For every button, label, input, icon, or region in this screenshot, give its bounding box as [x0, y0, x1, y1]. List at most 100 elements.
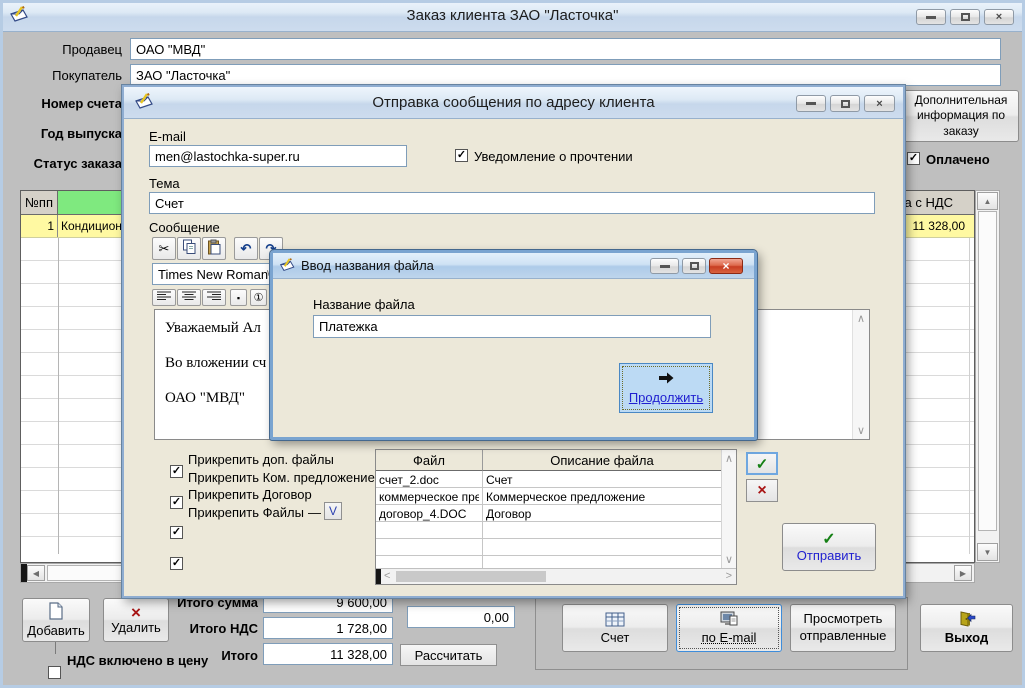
undo-icon: ↶: [241, 241, 252, 257]
items-col-npp[interactable]: №пп: [21, 191, 58, 215]
close-button[interactable]: ×: [984, 9, 1014, 25]
align-center-icon: [182, 290, 196, 305]
attach-offer-checkbox[interactable]: ✓: [170, 496, 183, 509]
dialog-minimize-button[interactable]: [650, 258, 679, 274]
check-icon: ✓: [822, 532, 835, 548]
scroll-down-button[interactable]: ▼: [977, 543, 998, 561]
numbered-list-button[interactable]: ①: [250, 289, 267, 306]
remove-attachment-button[interactable]: ×: [746, 479, 778, 502]
bullet-list-button[interactable]: ▪: [230, 289, 247, 306]
files-v-button[interactable]: V: [324, 502, 342, 520]
file-name-input[interactable]: [313, 315, 711, 338]
continue-button[interactable]: Продолжить: [619, 363, 713, 413]
align-center-button[interactable]: [177, 289, 201, 306]
cut-button[interactable]: ✂: [152, 237, 176, 260]
undo-button[interactable]: ↶: [234, 237, 258, 260]
dialog-restore-button[interactable]: [830, 95, 860, 112]
chevron-left-icon[interactable]: <: [384, 570, 390, 582]
align-left-icon: [157, 290, 171, 305]
paid-checkbox[interactable]: ✓: [907, 152, 920, 165]
attach-files-checkbox[interactable]: ✓: [170, 557, 183, 570]
file-desc-cell: Счет: [486, 473, 716, 487]
attach-extra-files-label: Прикрепить доп. файлы: [188, 452, 334, 467]
files-hscrollbar[interactable]: < >: [376, 568, 736, 584]
file-row-empty[interactable]: [376, 522, 721, 539]
chevron-up-icon[interactable]: ∧: [857, 312, 865, 325]
scroll-up-button[interactable]: ▲: [977, 192, 998, 210]
cell-divider: [482, 522, 483, 539]
invoice-button[interactable]: Счет: [562, 604, 668, 652]
vat-included-checkbox[interactable]: [48, 666, 61, 679]
items-vscrollbar[interactable]: ▲ ▼: [975, 190, 1000, 563]
attach-extra-files-checkbox[interactable]: ✓: [170, 465, 183, 478]
email-input[interactable]: [149, 145, 407, 167]
file-row[interactable]: счет_2.doc Счет: [376, 471, 721, 488]
scroll-left-button[interactable]: ◀: [27, 565, 45, 581]
checkmark-icon: ✓: [172, 558, 181, 569]
additional-info-button[interactable]: Дополнительная информация по заказу: [903, 90, 1019, 142]
align-left-button[interactable]: [152, 289, 176, 306]
hscroll-notch: [376, 569, 381, 584]
extra-amount-field[interactable]: [407, 606, 515, 628]
file-row-empty[interactable]: [376, 556, 721, 568]
subject-input[interactable]: [149, 192, 875, 214]
chevron-up-icon[interactable]: ∧: [725, 452, 733, 465]
file-name-label: Название файла: [313, 297, 415, 312]
minimize-icon: [926, 16, 936, 19]
cell-divider: [482, 471, 483, 488]
attach-contract-checkbox[interactable]: ✓: [170, 526, 183, 539]
email-button[interactable]: по E-mail: [676, 604, 782, 652]
chevron-right-icon[interactable]: >: [726, 570, 732, 582]
chevron-down-icon[interactable]: ∨: [725, 553, 733, 566]
vscroll-thumb[interactable]: [978, 211, 997, 531]
file-name-dialog: Ввод названия файла × Название файла Про…: [270, 250, 757, 440]
minimize-icon: [660, 265, 670, 268]
recalculate-button[interactable]: Рассчитать: [400, 644, 497, 666]
checkmark-icon: ✓: [909, 153, 918, 164]
main-window-title: Заказ клиента ЗАО "Ласточка": [0, 0, 1025, 32]
files-vscrollbar[interactable]: ∧ ∨: [721, 450, 736, 568]
align-right-icon: [207, 290, 221, 305]
checkmark-icon: ✓: [172, 466, 181, 477]
view-sent-button[interactable]: Просмотреть отправленные: [790, 604, 896, 652]
paste-icon: [207, 239, 222, 258]
exit-door-icon: [958, 611, 976, 630]
file-column-header[interactable]: Файл: [376, 450, 483, 471]
buyer-input[interactable]: [130, 64, 1001, 86]
dialog-close-button[interactable]: ×: [864, 95, 895, 112]
copy-button[interactable]: [177, 237, 201, 260]
align-right-button[interactable]: [202, 289, 226, 306]
paste-button[interactable]: [202, 237, 226, 260]
close-icon: ×: [722, 259, 729, 273]
dialog-close-button[interactable]: ×: [709, 258, 743, 274]
message-vscrollbar[interactable]: ∧ ∨: [852, 310, 869, 439]
file-row[interactable]: коммерческое предло Коммерческое предлож…: [376, 488, 721, 505]
dialog-restore-button[interactable]: [682, 258, 706, 274]
attach-files-dash: —: [308, 505, 321, 520]
hscroll-thumb[interactable]: [396, 571, 546, 582]
add-button[interactable]: Добавить: [22, 598, 90, 642]
grid-divider-right: [969, 238, 970, 554]
restore-button[interactable]: [950, 9, 980, 25]
file-row[interactable]: договор_4.DOC Договор: [376, 505, 721, 522]
attach-files-label: Прикрепить Файлы: [188, 505, 304, 520]
exit-button[interactable]: Выход: [920, 604, 1013, 652]
confirm-attachment-button[interactable]: ✓: [746, 452, 778, 475]
minimize-button[interactable]: [916, 9, 946, 25]
total-vat-field[interactable]: [263, 617, 393, 639]
seller-input[interactable]: [130, 38, 1001, 60]
status-label: Статус заказа: [18, 156, 122, 171]
read-receipt-checkbox[interactable]: ✓: [455, 149, 468, 162]
file-row-empty[interactable]: [376, 539, 721, 556]
description-column-header[interactable]: Описание файла: [483, 450, 721, 471]
font-select[interactable]: Times New Roman ∨: [152, 263, 276, 285]
triangle-up-icon: ▲: [984, 197, 992, 206]
cell-divider: [482, 556, 483, 568]
scroll-right-button[interactable]: ▶: [954, 565, 972, 581]
close-icon: ×: [876, 98, 882, 110]
cell-divider: [482, 505, 483, 522]
dialog-minimize-button[interactable]: [796, 95, 826, 112]
send-button[interactable]: ✓ Отправить: [782, 523, 876, 571]
total-field[interactable]: [263, 643, 393, 665]
chevron-down-icon[interactable]: ∨: [857, 424, 865, 437]
